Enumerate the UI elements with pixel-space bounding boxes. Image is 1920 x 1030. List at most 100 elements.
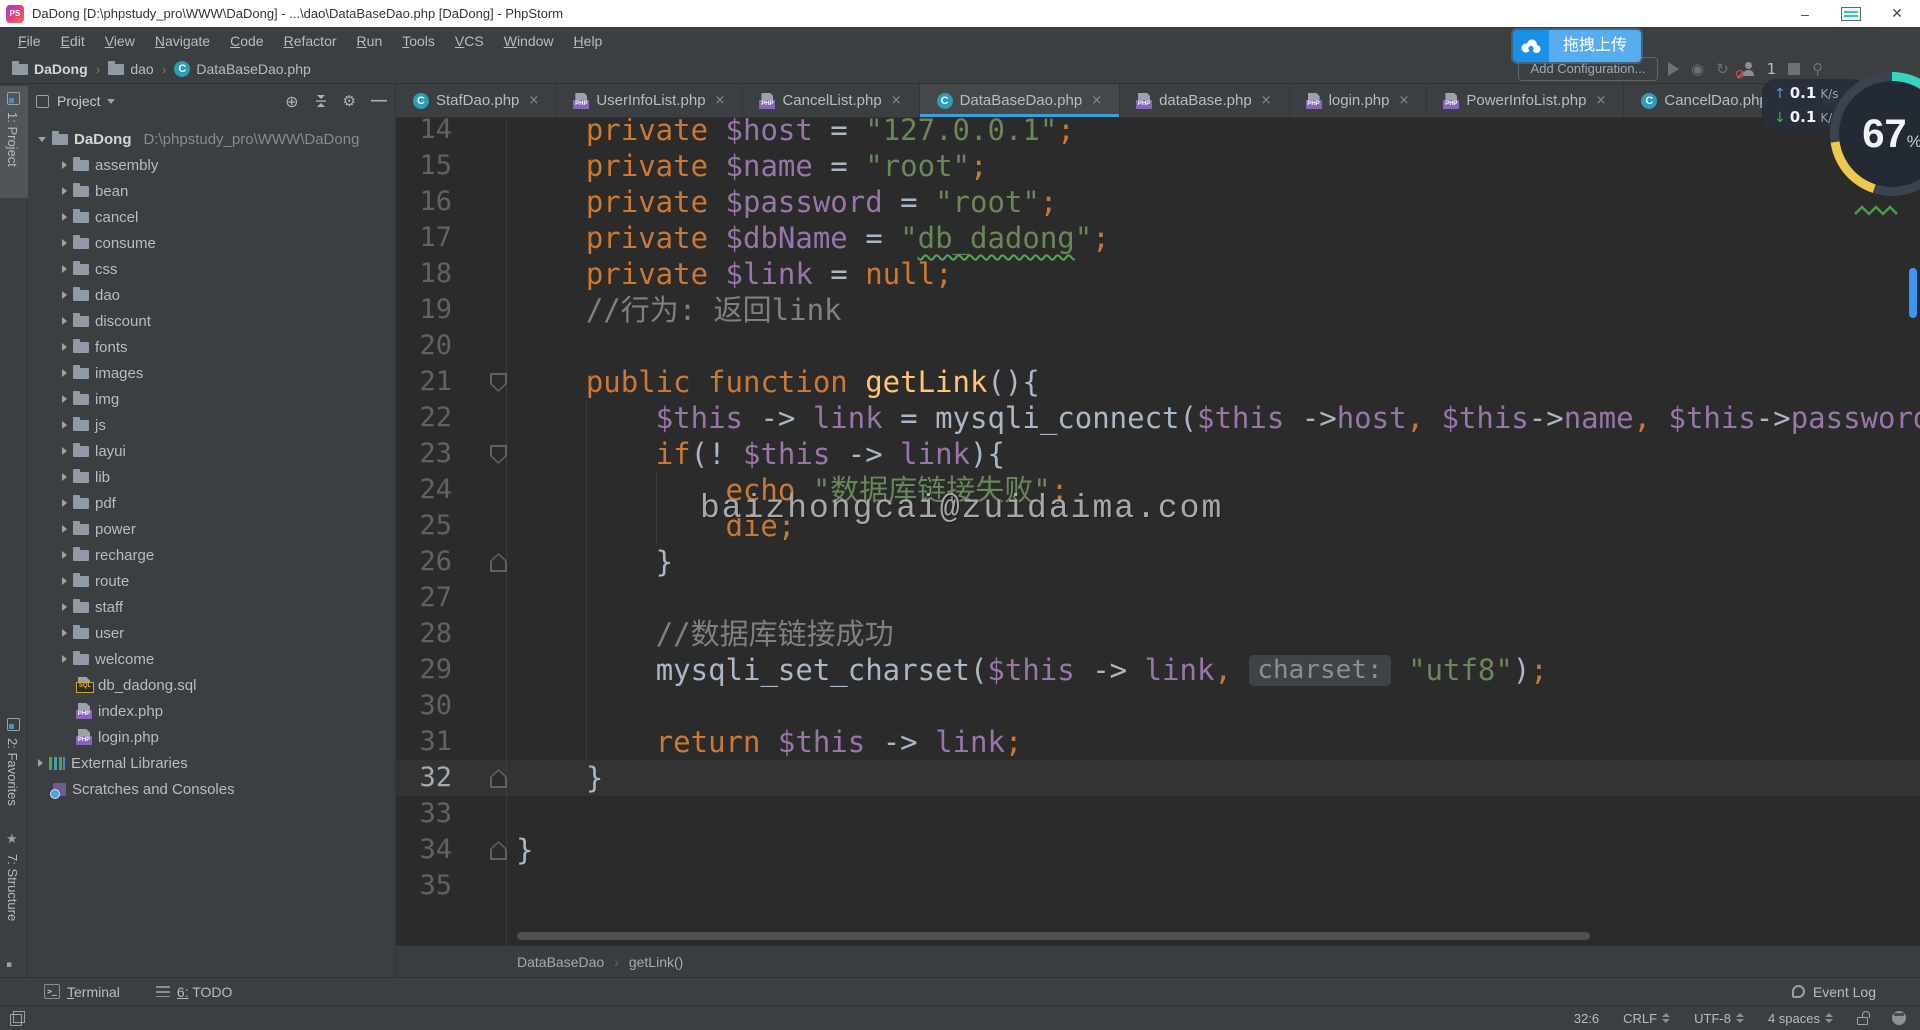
close-icon[interactable]: ×	[1398, 93, 1409, 108]
chevron-right-icon[interactable]	[62, 395, 67, 403]
lock-icon[interactable]	[1857, 1011, 1870, 1025]
menu-edit[interactable]: Edit	[51, 27, 95, 55]
tree-item-power[interactable]: power	[28, 516, 395, 542]
tab-DataBaseDao.php[interactable]: DataBaseDao.php ×	[919, 84, 1121, 117]
tree-item-external-libraries[interactable]: External Libraries	[28, 750, 395, 776]
chevron-down-icon[interactable]	[106, 98, 115, 104]
tree-item-fonts[interactable]: fonts	[28, 334, 395, 360]
chevron-right-icon[interactable]	[62, 213, 67, 221]
menu-navigate[interactable]: Navigate	[145, 27, 220, 55]
collapse-all-icon[interactable]	[314, 94, 328, 108]
tab-UserInfoList.php[interactable]: UserInfoList.php ×	[557, 84, 744, 117]
chevron-right-icon[interactable]	[62, 551, 67, 559]
tree-item-dadong[interactable]: DaDong D:\phpstudy_pro\WWW\DaDong	[28, 126, 395, 152]
tree-item-discount[interactable]: discount	[28, 308, 395, 334]
chevron-right-icon[interactable]	[62, 655, 67, 663]
tree-item-dao[interactable]: dao	[28, 282, 395, 308]
status-crlf[interactable]: CRLF	[1623, 1011, 1671, 1026]
tree-item-welcome[interactable]: welcome	[28, 646, 395, 672]
search-icon[interactable]: ⚲	[1812, 60, 1823, 78]
chevron-right-icon[interactable]	[62, 161, 67, 169]
close-icon[interactable]: ×	[1261, 93, 1272, 108]
tree-item-scratches-and-consoles[interactable]: Scratches and Consoles	[28, 776, 395, 802]
menu-window[interactable]: Window	[494, 27, 564, 55]
chevron-right-icon[interactable]	[62, 629, 67, 637]
inspector-hector-icon[interactable]	[1892, 1011, 1906, 1025]
menu-view[interactable]: View	[95, 27, 145, 55]
tree-item-staff[interactable]: staff	[28, 594, 395, 620]
fold-marker-icon[interactable]	[490, 769, 507, 788]
menu-vcs[interactable]: VCS	[445, 27, 494, 55]
close-icon[interactable]: ×	[715, 93, 726, 108]
locate-file-icon[interactable]: ⊕	[285, 92, 298, 111]
close-button[interactable]: ✕	[1874, 0, 1920, 27]
tree-item-js[interactable]: js	[28, 412, 395, 438]
restore-button[interactable]	[1828, 0, 1874, 27]
tree-item-consume[interactable]: consume	[28, 230, 395, 256]
tab-login.php[interactable]: login.php ×	[1290, 84, 1428, 117]
tree-item-pdf[interactable]: pdf	[28, 490, 395, 516]
run-icon[interactable]	[1668, 62, 1679, 76]
tree-item-layui[interactable]: layui	[28, 438, 395, 464]
close-icon[interactable]: ×	[528, 93, 539, 108]
tree-item-route[interactable]: route	[28, 568, 395, 594]
breadcrumb-item-DaDong[interactable]: DaDong	[12, 60, 88, 77]
tab-dataBase.php[interactable]: dataBase.php ×	[1120, 84, 1290, 117]
vertical-scrollbar[interactable]	[1909, 268, 1917, 318]
todo-button[interactable]: 6: TODO	[155, 984, 232, 1000]
chevron-right-icon[interactable]	[62, 239, 67, 247]
stop-icon[interactable]	[1788, 63, 1801, 75]
tool-button-project[interactable]: 1: Project	[0, 86, 28, 198]
hide-panel-icon[interactable]: —	[371, 92, 387, 110]
tree-item-cancel[interactable]: cancel	[28, 204, 395, 230]
status-4-spaces[interactable]: 4 spaces	[1768, 1011, 1833, 1026]
drag-upload-button[interactable]: 拖拽上传	[1513, 30, 1642, 62]
breadcrumb-method[interactable]: getLink()	[629, 954, 683, 970]
status-utf-8[interactable]: UTF-8	[1694, 1011, 1744, 1026]
tree-item-index.php[interactable]: index.php	[28, 698, 395, 724]
tree-item-db_dadong.sql[interactable]: db_dadong.sql	[28, 672, 395, 698]
close-icon[interactable]: ×	[891, 93, 902, 108]
menu-refactor[interactable]: Refactor	[274, 27, 347, 55]
menu-code[interactable]: Code	[220, 27, 273, 55]
tab-PowerInfoList.php[interactable]: PowerInfoList.php ×	[1427, 84, 1625, 117]
tab-StafDao.php[interactable]: StafDao.php ×	[396, 84, 558, 117]
fold-marker-icon[interactable]	[490, 445, 507, 464]
tree-item-images[interactable]: images	[28, 360, 395, 386]
horizontal-scrollbar[interactable]	[517, 932, 1590, 940]
tree-item-lib[interactable]: lib	[28, 464, 395, 490]
tree-item-user[interactable]: user	[28, 620, 395, 646]
chevron-right-icon[interactable]	[38, 759, 43, 767]
tool-window-toggle-icon[interactable]	[10, 1010, 25, 1026]
chevron-right-icon[interactable]	[62, 577, 67, 585]
code-editor[interactable]: 14 15 16 17 18 19 20 21 22 23 24 25 26 27 28 29 30 31 32 33…	[396, 118, 1920, 945]
menu-tools[interactable]: Tools	[392, 27, 445, 55]
user-profile-icon[interactable]	[1735, 62, 1755, 78]
status-32-6[interactable]: 32:6	[1574, 1011, 1599, 1026]
tree-item-bean[interactable]: bean	[28, 178, 395, 204]
debug-bug-icon[interactable]: ◉	[1691, 60, 1704, 78]
menu-run[interactable]: Run	[347, 27, 393, 55]
tree-item-recharge[interactable]: recharge	[28, 542, 395, 568]
tab-CancelList.php[interactable]: CancelList.php ×	[743, 84, 920, 117]
minimize-button[interactable]: –	[1782, 0, 1828, 27]
terminal-button[interactable]: Terminal	[44, 984, 120, 1000]
chevron-right-icon[interactable]	[62, 317, 67, 325]
menu-help[interactable]: Help	[564, 27, 613, 55]
breadcrumb-item-DataBaseDao.php[interactable]: DataBaseDao.php	[174, 61, 311, 77]
chevron-right-icon[interactable]	[62, 499, 67, 507]
tree-item-css[interactable]: css	[28, 256, 395, 282]
fold-marker-icon[interactable]	[490, 841, 507, 860]
chevron-right-icon[interactable]	[62, 447, 67, 455]
fold-marker-icon[interactable]	[490, 373, 507, 392]
settings-gear-icon[interactable]: ⚙	[343, 92, 356, 110]
tree-item-assembly[interactable]: assembly	[28, 152, 395, 178]
chevron-right-icon[interactable]	[62, 369, 67, 377]
breadcrumb-item-dao[interactable]: dao	[108, 60, 154, 77]
chevron-right-icon[interactable]	[62, 473, 67, 481]
close-icon[interactable]: ×	[1595, 93, 1606, 108]
chevron-right-icon[interactable]	[62, 265, 67, 273]
chevron-right-icon[interactable]	[62, 603, 67, 611]
chevron-right-icon[interactable]	[62, 187, 67, 195]
chevron-right-icon[interactable]	[62, 291, 67, 299]
